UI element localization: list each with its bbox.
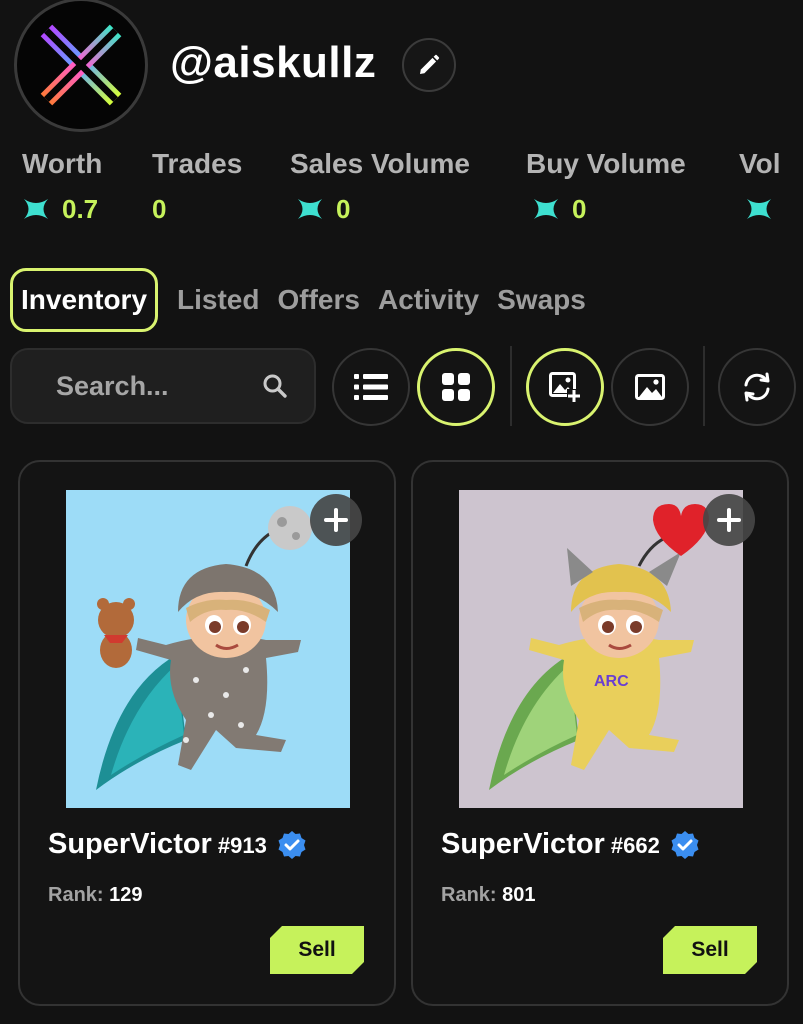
tab-inventory[interactable]: Inventory bbox=[10, 268, 159, 332]
search-icon[interactable] bbox=[262, 373, 288, 399]
profile-username: @aiskullz bbox=[170, 38, 377, 87]
add-to-cart-button[interactable] bbox=[703, 494, 755, 546]
add-to-cart-button[interactable] bbox=[310, 494, 362, 546]
image-add-icon bbox=[549, 372, 581, 402]
rank-value: 129 bbox=[109, 884, 143, 906]
stat-label: Worth bbox=[22, 148, 103, 179]
search-box bbox=[10, 348, 316, 424]
nft-rank: Rank: 129 bbox=[48, 884, 143, 907]
stat-label: Sales Volume bbox=[290, 148, 471, 179]
stat-label: Buy Volume bbox=[526, 148, 686, 179]
list-view-icon bbox=[354, 374, 388, 400]
stat-value: 0 bbox=[336, 193, 351, 224]
profile-avatar[interactable] bbox=[14, 0, 148, 132]
sell-button[interactable]: Sell bbox=[663, 926, 757, 974]
rank-label: Rank: bbox=[441, 884, 497, 906]
nft-image[interactable] bbox=[66, 490, 350, 808]
nft-artwork: ARC bbox=[459, 490, 743, 808]
nft-collection-name: SuperVictor bbox=[441, 828, 605, 860]
stat-worth: Worth 0.7 bbox=[22, 148, 102, 224]
image-view-button[interactable] bbox=[611, 348, 689, 426]
image-icon bbox=[635, 374, 665, 400]
stat-sales-volume: Sales Volume 0 bbox=[290, 148, 470, 224]
x-token-icon bbox=[24, 199, 48, 219]
stat-trades: Trades 0 bbox=[152, 148, 242, 224]
stat-value: 0.7 bbox=[62, 193, 99, 224]
plus-icon bbox=[717, 508, 741, 532]
x-logo-icon bbox=[40, 24, 122, 106]
edit-profile-button[interactable] bbox=[402, 38, 456, 92]
nft-title: SuperVictor #913 bbox=[48, 828, 307, 861]
next-card-peek bbox=[440, 1014, 560, 1024]
grid-view-button[interactable] bbox=[417, 348, 495, 426]
x-token-icon bbox=[534, 199, 558, 219]
profile-stats: Worth 0.7 Trades 0 Sales Volume 0 Buy Vo… bbox=[22, 148, 803, 228]
nft-title: SuperVictor #662 bbox=[441, 828, 700, 861]
next-card-peek bbox=[46, 1014, 166, 1024]
verified-badge-icon bbox=[671, 830, 699, 859]
stat-buy-volume: Buy Volume 0 bbox=[526, 148, 686, 224]
grid-view-icon bbox=[442, 373, 470, 401]
tab-offers[interactable]: Offers bbox=[269, 270, 369, 330]
tab-swaps[interactable]: Swaps bbox=[488, 270, 595, 330]
rank-label: Rank: bbox=[48, 884, 104, 906]
nft-number: #913 bbox=[217, 833, 267, 858]
tab-listed[interactable]: Listed bbox=[168, 270, 268, 330]
profile-tabs: Inventory Listed Offers Activity Swaps bbox=[10, 268, 595, 332]
tab-activity[interactable]: Activity bbox=[369, 270, 488, 330]
x-token-icon bbox=[298, 199, 322, 219]
plus-icon bbox=[324, 508, 348, 532]
nft-card[interactable]: ARC SuperVictor #662 Rank: 801 Sell bbox=[411, 460, 789, 1006]
sell-button[interactable]: Sell bbox=[270, 926, 364, 974]
verified-badge-icon bbox=[278, 830, 306, 859]
stat-value: 0 bbox=[572, 193, 587, 224]
stat-value: 0 bbox=[152, 193, 167, 224]
nft-image[interactable]: ARC bbox=[459, 490, 743, 808]
stat-label: Trades bbox=[152, 148, 243, 179]
pencil-icon bbox=[420, 54, 440, 74]
nft-rank: Rank: 801 bbox=[441, 884, 536, 907]
rank-value: 801 bbox=[502, 884, 536, 906]
toolbar-divider bbox=[703, 346, 705, 426]
add-image-button[interactable] bbox=[526, 348, 604, 426]
x-token-icon bbox=[747, 199, 771, 219]
nft-collection-name: SuperVictor bbox=[48, 828, 212, 860]
toolbar-divider bbox=[510, 346, 512, 426]
nft-card[interactable]: SuperVictor #913 Rank: 129 Sell bbox=[18, 460, 396, 1006]
nft-number: #662 bbox=[610, 833, 660, 858]
svg-text:ARC: ARC bbox=[594, 673, 629, 690]
refresh-icon bbox=[744, 372, 770, 402]
search-input[interactable] bbox=[56, 370, 262, 402]
nft-artwork bbox=[66, 490, 350, 808]
list-view-button[interactable] bbox=[332, 348, 410, 426]
stat-volume: Vol bbox=[739, 148, 780, 224]
stat-label: Vol bbox=[739, 148, 781, 179]
refresh-button[interactable] bbox=[718, 348, 796, 426]
